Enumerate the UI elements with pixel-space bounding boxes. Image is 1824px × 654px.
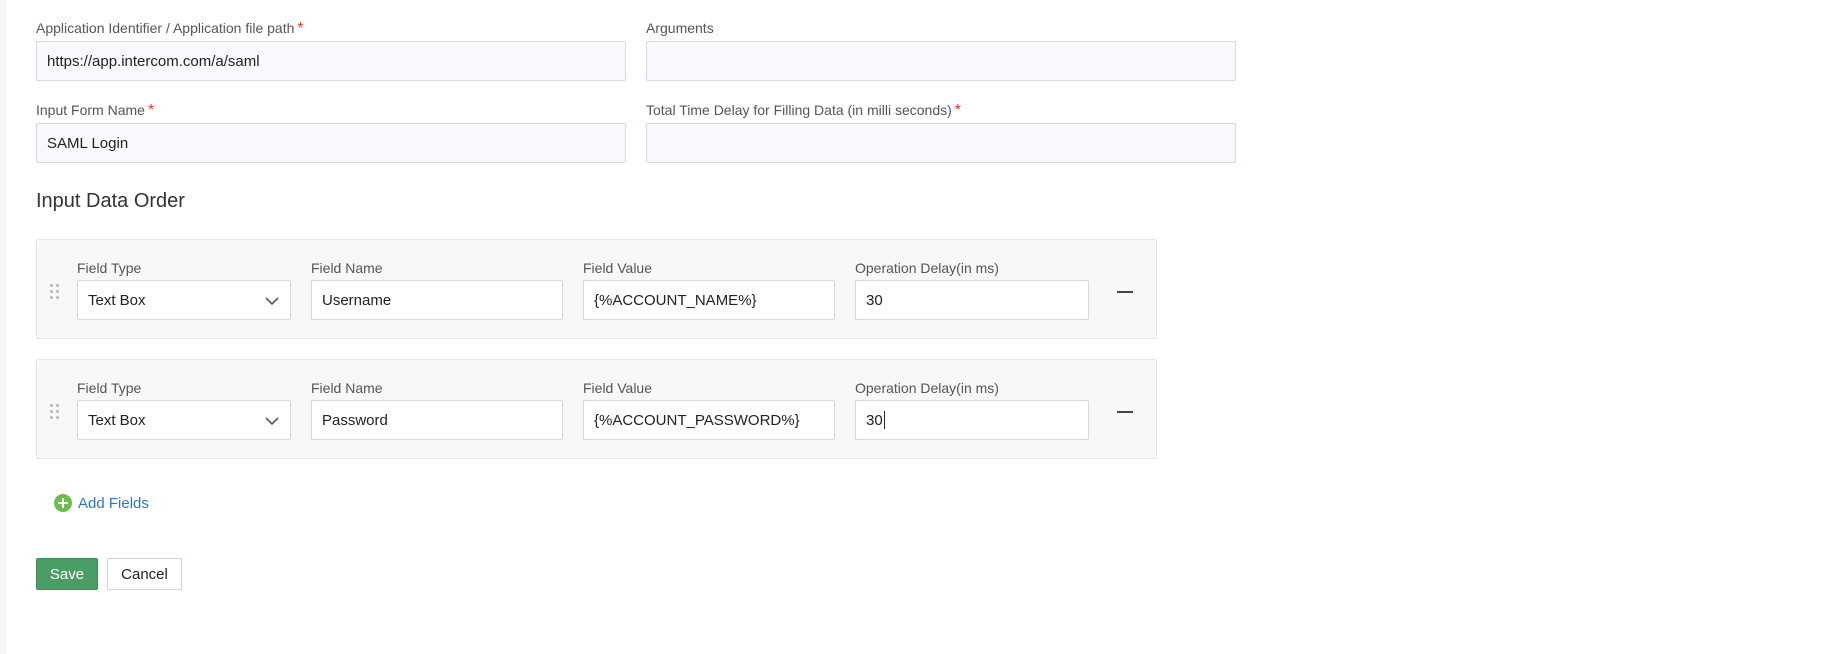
arguments-label: Arguments bbox=[646, 20, 714, 36]
field-name-label: Field Name bbox=[311, 260, 383, 276]
input-form-name-label-text: Input Form Name bbox=[36, 102, 145, 118]
field-value-label: Field Value bbox=[583, 380, 653, 396]
app-identifier-label: Application Identifier / Application fil… bbox=[36, 20, 304, 38]
chevron-down-icon bbox=[265, 297, 279, 306]
text-cursor bbox=[883, 411, 885, 429]
input-data-row: Field Type Text Box Field Name Username … bbox=[36, 239, 1157, 339]
field-value-value: {%ACCOUNT_PASSWORD%} bbox=[594, 411, 800, 429]
field-name-value: Password bbox=[322, 411, 388, 429]
plus-circle-icon bbox=[54, 494, 72, 512]
required-mark: * bbox=[147, 102, 155, 119]
field-value-value: {%ACCOUNT_NAME%} bbox=[594, 291, 757, 309]
app-identifier-input[interactable]: https://app.intercom.com/a/saml bbox=[36, 41, 626, 81]
required-mark: * bbox=[297, 20, 304, 37]
input-data-order-title: Input Data Order bbox=[36, 190, 185, 212]
application-form-page: Application Identifier / Application fil… bbox=[6, 0, 1824, 654]
field-type-label: Field Type bbox=[77, 380, 142, 396]
input-form-name-label: Input Form Name * bbox=[36, 102, 154, 120]
field-type-label: Field Type bbox=[77, 260, 142, 276]
operation-delay-value: 30 bbox=[866, 411, 883, 429]
minus-icon bbox=[1117, 291, 1133, 293]
field-value-input[interactable]: {%ACCOUNT_PASSWORD%} bbox=[583, 400, 835, 440]
field-type-value: Text Box bbox=[88, 411, 146, 429]
field-name-label: Field Name bbox=[311, 380, 383, 396]
minus-icon bbox=[1117, 411, 1133, 413]
arguments-input[interactable] bbox=[646, 41, 1236, 81]
input-form-name-value: SAML Login bbox=[47, 134, 129, 152]
total-time-delay-label-text: Total Time Delay for Filling Data (in mi… bbox=[646, 102, 952, 118]
remove-row-button[interactable] bbox=[1107, 398, 1141, 426]
field-name-input[interactable]: Password bbox=[311, 400, 563, 440]
drag-handle-icon[interactable] bbox=[50, 284, 60, 302]
operation-delay-label: Operation Delay(in ms) bbox=[855, 380, 999, 396]
field-type-select[interactable]: Text Box bbox=[77, 400, 291, 440]
operation-delay-input[interactable]: 30 bbox=[855, 400, 1089, 440]
total-time-delay-input[interactable] bbox=[646, 123, 1236, 163]
field-value-label: Field Value bbox=[583, 260, 653, 276]
operation-delay-input[interactable]: 30 bbox=[855, 280, 1089, 320]
arguments-label-text: Arguments bbox=[646, 20, 714, 36]
cancel-button[interactable]: Cancel bbox=[107, 558, 182, 590]
add-fields-label: Add Fields bbox=[78, 494, 149, 512]
operation-delay-value: 30 bbox=[866, 291, 883, 309]
total-time-delay-label: Total Time Delay for Filling Data (in mi… bbox=[646, 102, 961, 120]
save-button[interactable]: Save bbox=[36, 558, 98, 590]
input-data-row: Field Type Text Box Field Name Password … bbox=[36, 359, 1157, 459]
field-type-value: Text Box bbox=[88, 291, 146, 309]
field-name-input[interactable]: Username bbox=[311, 280, 563, 320]
field-value-input[interactable]: {%ACCOUNT_NAME%} bbox=[583, 280, 835, 320]
input-form-name-input[interactable]: SAML Login bbox=[36, 123, 626, 163]
drag-handle-icon[interactable] bbox=[50, 404, 60, 422]
field-name-value: Username bbox=[322, 291, 392, 309]
field-type-select[interactable]: Text Box bbox=[77, 280, 291, 320]
chevron-down-icon bbox=[265, 417, 279, 426]
app-identifier-value: https://app.intercom.com/a/saml bbox=[47, 52, 260, 70]
remove-row-button[interactable] bbox=[1107, 278, 1141, 306]
operation-delay-label: Operation Delay(in ms) bbox=[855, 260, 999, 276]
add-fields-link[interactable]: Add Fields bbox=[54, 493, 149, 513]
app-identifier-label-text: Application Identifier / Application fil… bbox=[36, 20, 295, 36]
required-mark: * bbox=[954, 102, 961, 119]
